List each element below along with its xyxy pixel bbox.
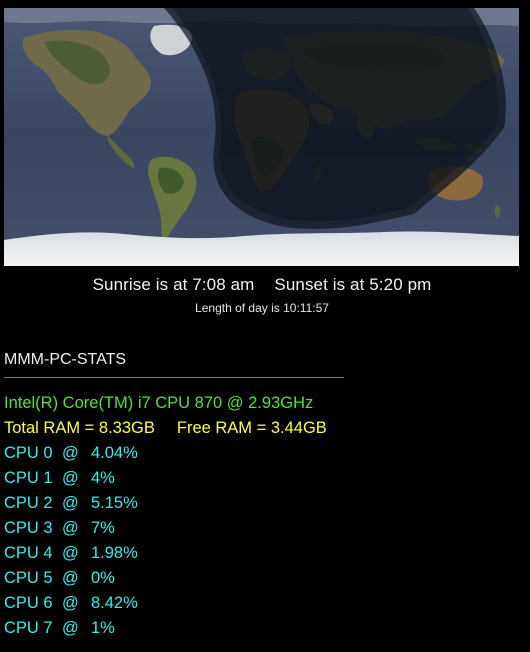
sun-times: Sunrise is at 7:08 am Sunset is at 5:20 p… (0, 275, 524, 295)
cpu-row: CPU 3 @7% (4, 516, 327, 541)
cpu-row: CPU 7 @1% (4, 616, 327, 641)
cpu-label: CPU 6 (4, 594, 53, 612)
cpu-usage: 4.04% (91, 444, 138, 462)
at-sign: @ (62, 569, 79, 587)
header-divider (4, 377, 344, 378)
ram-info: Total RAM = 8.33GB Free RAM = 3.44GB (4, 416, 327, 441)
module-header: MMM-PC-STATS (4, 351, 127, 368)
cpu-label: CPU 2 (4, 494, 53, 512)
at-sign: @ (62, 444, 79, 462)
sunrise-text: Sunrise is at 7:08 am (92, 275, 255, 294)
total-ram: Total RAM = 8.33GB (4, 419, 155, 437)
free-ram: Free RAM = 3.44GB (176, 419, 327, 437)
at-sign: @ (62, 594, 79, 612)
cpu-row: CPU 6 @8.42% (4, 591, 327, 616)
cpu-usage: 7% (91, 519, 115, 537)
cpu-label: CPU 0 (4, 444, 53, 462)
pc-stats: Intel(R) Core(TM) i7 CPU 870 @ 2.93GHz T… (4, 391, 327, 641)
cpu-usage: 1% (91, 619, 115, 637)
cpu-row: CPU 1 @4% (4, 466, 327, 491)
cpu-label: CPU 3 (4, 519, 53, 537)
cpu-label: CPU 5 (4, 569, 53, 587)
world-map (4, 8, 519, 266)
at-sign: @ (62, 519, 79, 537)
sunset-text: Sunset is at 5:20 pm (274, 275, 432, 294)
cpu-row: CPU 0 @4.04% (4, 441, 327, 466)
cpu-row: CPU 2 @5.15% (4, 491, 327, 516)
cpu-label: CPU 7 (4, 619, 53, 637)
cpu-usage: 0% (91, 569, 115, 587)
cpu-label: CPU 1 (4, 469, 53, 487)
cpu-label: CPU 4 (4, 544, 53, 562)
cpu-row: CPU 4 @1.98% (4, 541, 327, 566)
at-sign: @ (62, 544, 79, 562)
cpu-usage: 4% (91, 469, 115, 487)
cpu-usage: 1.98% (91, 544, 138, 562)
cpu-usage: 8.42% (91, 594, 138, 612)
cpu-row: CPU 5 @0% (4, 566, 327, 591)
day-length-text: Length of day is 10:11:57 (195, 301, 329, 315)
at-sign: @ (62, 469, 79, 487)
cpu-model: Intel(R) Core(TM) i7 CPU 870 @ 2.93GHz (4, 394, 314, 412)
at-sign: @ (62, 494, 79, 512)
at-sign: @ (62, 619, 79, 637)
cpu-usage: 5.15% (91, 494, 138, 512)
